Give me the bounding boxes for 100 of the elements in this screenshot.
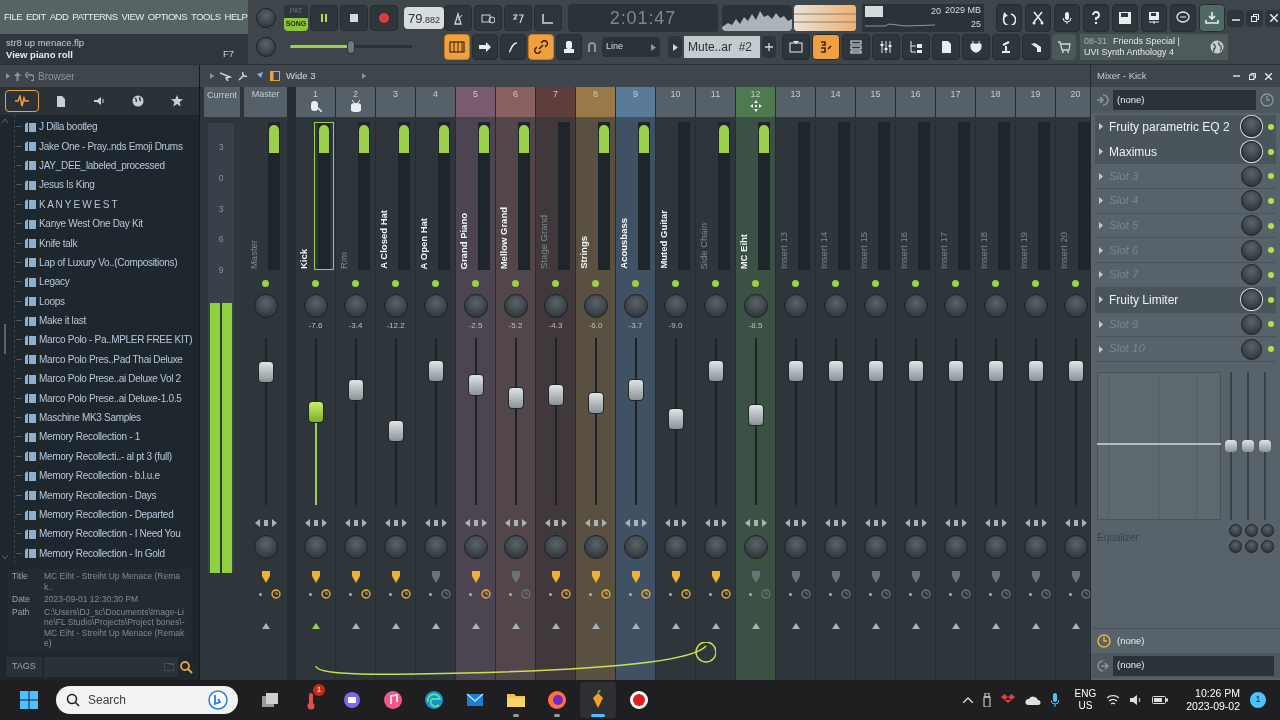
channel-header[interactable]: 3 [376, 87, 415, 117]
browser-item[interactable]: Legacy [15, 272, 199, 292]
channel-name[interactable]: Acousbass [616, 218, 632, 269]
channel-header[interactable]: 12 [736, 87, 775, 117]
channel-header[interactable]: 6 [496, 87, 535, 117]
channel-header[interactable]: 1 [296, 87, 335, 117]
browser-item[interactable]: Marco Polo Prese..ai Deluxe-1.0.5 [15, 388, 199, 408]
effect-slot[interactable]: Fruity Limiter [1095, 287, 1276, 313]
browser-item[interactable]: Memory Recollection - I Need You [15, 524, 199, 544]
channel-header[interactable]: 10 [656, 87, 695, 117]
channel-name[interactable]: A Open Hat [416, 217, 432, 269]
channel-header[interactable]: 7 [536, 87, 575, 117]
pattern-selector[interactable]: Mute..ar #2 [684, 36, 760, 58]
channel-name[interactable]: Stage Grand [536, 215, 552, 269]
channel-header[interactable]: 13 [776, 87, 815, 117]
clock-time[interactable]: 10:26 PM [1195, 687, 1240, 700]
volume-readout: -4.3 [548, 320, 563, 332]
channel-name[interactable]: Insert 19 [1016, 232, 1032, 269]
channel-header[interactable]: 18 [976, 87, 1015, 117]
region-label[interactable]: US [1078, 700, 1093, 712]
browser-item[interactable]: Knife talk [15, 233, 199, 253]
channel-header[interactable]: 14 [816, 87, 855, 117]
menu-item[interactable]: HELP [224, 9, 248, 25]
send-dropdown[interactable]: (none) [1117, 633, 1274, 649]
mixer-layout-preset[interactable]: Wide 3 [286, 68, 356, 84]
input-dropdown[interactable]: (none) [1113, 90, 1256, 110]
channel-header[interactable]: Master [244, 87, 287, 117]
channel-name[interactable]: Insert 17 [936, 232, 952, 269]
channel-number: 3 [393, 89, 398, 99]
browser-item[interactable]: J Dilla bootleg [15, 117, 199, 137]
menu-item[interactable]: TOOLS [191, 9, 221, 25]
browser-item[interactable]: Memory Recollection - Departed [15, 504, 199, 525]
menu-item[interactable]: ADD [49, 9, 69, 25]
notification-badge[interactable]: 1 [1250, 692, 1266, 708]
browser-item[interactable]: Memory Recollection - 1 [15, 427, 199, 447]
snap-dropdown[interactable]: Line [602, 37, 660, 57]
channel-header[interactable]: 5 [456, 87, 495, 117]
browser-item[interactable]: Marco Polo - Pa..MPLER FREE KIT) [15, 330, 199, 350]
browser-item[interactable]: Maschine MK3 Samples [15, 407, 199, 428]
channel-number: 11 [710, 89, 721, 99]
channel-number: 19 [1030, 89, 1041, 99]
browser-item[interactable]: Make it last [15, 310, 199, 331]
channel-name[interactable]: Insert 14 [816, 232, 832, 269]
browser-item[interactable]: JAY_DEE_labeled_processed [15, 155, 199, 176]
browser-item[interactable]: Memory Recollection - In Gold [15, 543, 199, 563]
channel-name[interactable]: Insert 18 [976, 232, 992, 269]
browser-item[interactable]: Lap of Luxury Vo..(Compositions) [15, 252, 199, 273]
channel-header[interactable]: 2 [336, 87, 375, 117]
tempo-fraction: .882 [422, 15, 440, 26]
effect-slot[interactable]: Fruity parametric EQ 2 [1095, 115, 1276, 140]
channel-name[interactable]: Insert 15 [856, 232, 872, 269]
browser-item[interactable]: Marco Polo Prese..ai Deluxe Vol 2 [15, 369, 199, 389]
menu-item[interactable]: OPTIONS [147, 9, 188, 25]
channel-name[interactable]: Rim [336, 252, 352, 269]
channel-header[interactable]: 17 [936, 87, 975, 117]
channel-name[interactable]: Side Chain [696, 222, 712, 269]
channel-header[interactable]: 16 [896, 87, 935, 117]
polyphony-value: 20 [930, 5, 941, 17]
channel-name[interactable]: Grand Piano [456, 212, 472, 269]
browser-item[interactable]: Memory Recollection - Days [15, 485, 199, 505]
tempo-field[interactable]: 79.882 [404, 7, 444, 29]
channel-name[interactable]: MC Eiht [736, 233, 752, 269]
browser-item[interactable]: Kanye West One Day Kit [15, 213, 199, 234]
channel-name[interactable]: Mellow Grand [496, 206, 512, 269]
channel-number: 9 [633, 89, 638, 99]
tags-button[interactable]: TAGS [6, 657, 42, 677]
channel-name[interactable]: Insert 13 [776, 232, 792, 269]
channel-name[interactable]: Muted Guitar [656, 210, 672, 269]
channel-name[interactable]: Master [246, 239, 262, 269]
search-field[interactable]: Search [56, 686, 238, 714]
channel-name[interactable]: Insert 16 [896, 232, 912, 269]
channel-name[interactable]: A Closed Hat [376, 210, 392, 269]
channel-header[interactable]: 9 [616, 87, 655, 117]
browser-item[interactable]: Memory Recollection - b.l.u.e [15, 466, 199, 486]
channel-name[interactable]: Insert 20 [1056, 232, 1072, 269]
menu-item[interactable]: FILE [4, 9, 23, 25]
browser-item[interactable]: Loops [15, 291, 199, 311]
channel-header[interactable]: 20 [1056, 87, 1090, 117]
browser-item[interactable]: K A N Y E W E S T [15, 194, 199, 214]
language-label[interactable]: ENG [1074, 688, 1097, 700]
channel-header[interactable]: 15 [856, 87, 895, 117]
news-panel[interactable]: 08-31 Friends Special | UVI Synth Anthology 4 [1080, 34, 1228, 60]
menu-item[interactable]: VIEW [121, 9, 144, 25]
taskbar-app[interactable]: 1 [293, 682, 329, 718]
browser-item[interactable]: Jake One - Pray..nds Emoji Drums [15, 136, 199, 156]
channel-name[interactable]: Kick [296, 248, 312, 269]
browser-item[interactable]: Jesus Is King [15, 175, 199, 195]
menu-item[interactable]: PATTERNS [72, 9, 118, 25]
channel-number: 14 [830, 89, 841, 99]
channel-name[interactable]: Strings [576, 236, 592, 269]
channel-header[interactable]: 19 [1016, 87, 1055, 117]
channel-header[interactable]: 4 [416, 87, 455, 117]
clock-date[interactable]: 2023-09-02 [1186, 700, 1240, 713]
browser-item[interactable]: Memory Recollecti..- al pt 3 (full) [15, 446, 199, 467]
menu-item[interactable]: EDIT [26, 9, 46, 25]
channel-header[interactable]: 11 [696, 87, 735, 117]
channel-number: 10 [670, 89, 681, 99]
effect-slot[interactable]: Maximus [1095, 139, 1276, 165]
browser-item[interactable]: Marco Polo Pres..Pad Thai Deluxe [15, 349, 199, 370]
output-dropdown[interactable]: (none) [1113, 655, 1274, 676]
